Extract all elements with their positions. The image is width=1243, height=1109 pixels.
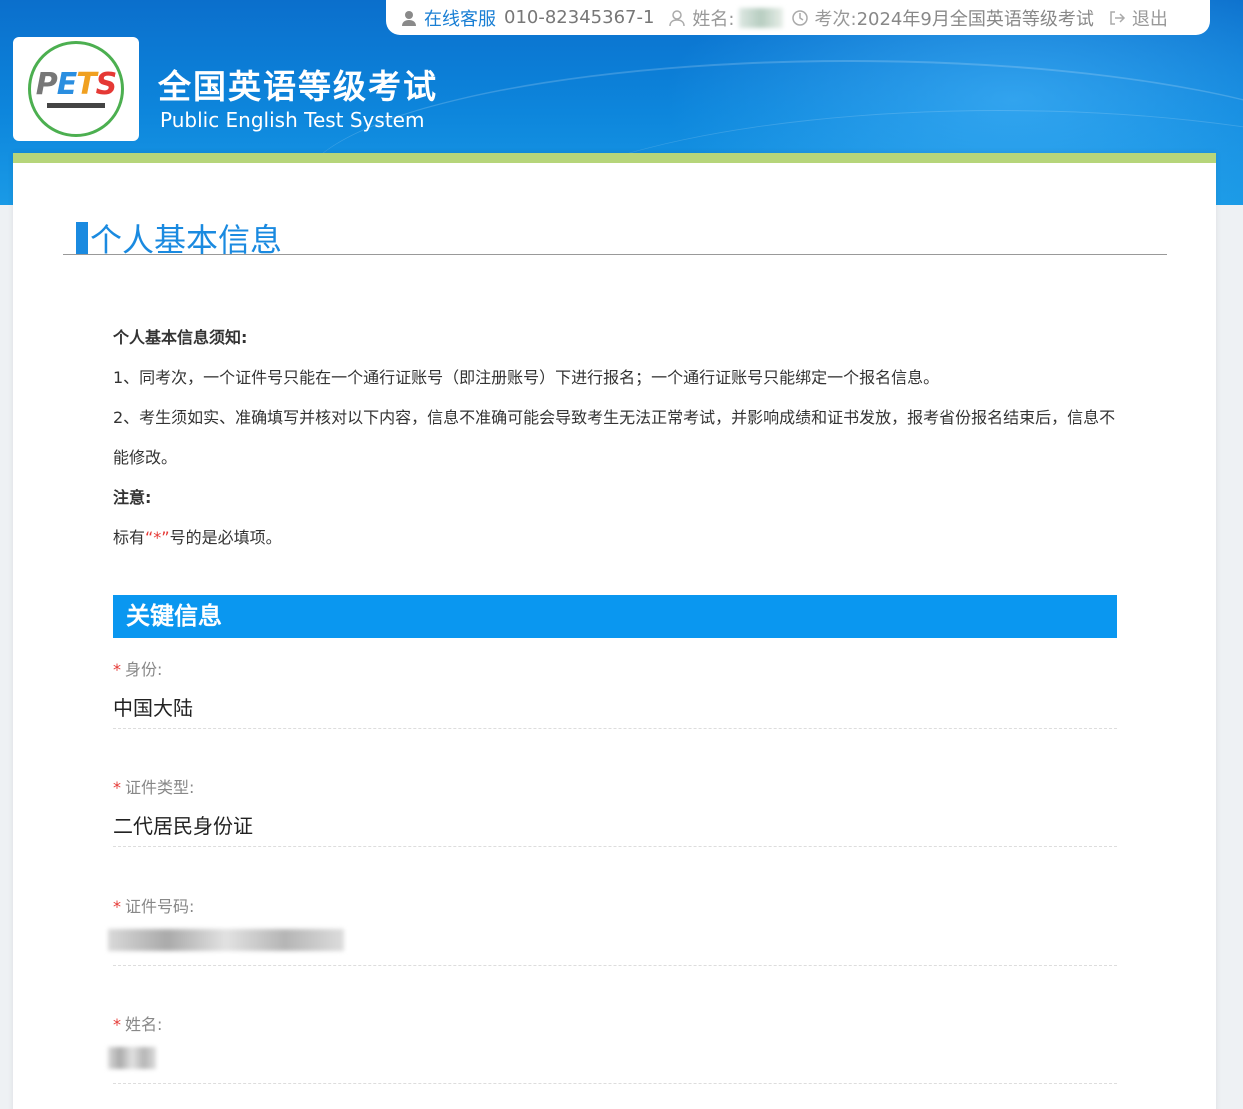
notice-item-2: 2、考生须如实、准确填写并核对以下内容，信息不准确可能会导致考生无法正常考试，并… (113, 408, 1116, 467)
main-panel: 个人基本信息 个人基本信息须知: 1、同考次，一个证件号只能在一个通行证账号（即… (13, 153, 1216, 1109)
field-name: * 姓名: (108, 1011, 1117, 1084)
section-key-info: 关键信息 (113, 595, 1117, 638)
notice-block: 个人基本信息须知: 1、同考次，一个证件号只能在一个通行证账号（即注册账号）下进… (113, 318, 1123, 558)
user-topbar: 在线客服 010-82345367-1 姓名: 考次: 2024年9月全国英语等… (386, 0, 1210, 35)
service-phone: 010-82345367-1 (504, 7, 655, 28)
field-identity: * 身份: 中国大陆 (113, 656, 1117, 729)
field-id-number: * 证件号码: (108, 893, 1117, 966)
note-text: 标有“*”号的是必填项。 (113, 528, 282, 547)
note-heading: 注意: (113, 488, 152, 507)
name-label: 姓名: (692, 8, 735, 30)
site-subtitle: Public English Test System (160, 108, 425, 132)
name-value-redacted (738, 7, 783, 28)
pets-logo[interactable]: PETS (13, 37, 139, 141)
field-value-id-type: 二代居民身份证 (113, 814, 253, 838)
online-service-link[interactable]: 在线客服 (424, 5, 496, 31)
logo-emblem: PETS (28, 41, 124, 137)
site-title: 全国英语等级考试 (158, 67, 438, 106)
notice-item-1: 1、同考次，一个证件号只能在一个通行证账号（即注册账号）下进行报名；一个通行证账… (113, 368, 940, 387)
notice-heading: 个人基本信息须知: (113, 328, 248, 347)
logout-icon[interactable] (1108, 9, 1126, 27)
field-value-identity: 中国大陆 (113, 696, 193, 720)
user-icon (668, 9, 686, 27)
field-value-name (108, 1047, 1117, 1077)
session-icon (791, 9, 809, 27)
customer-service-icon (400, 9, 418, 27)
field-label: 身份: (125, 660, 163, 679)
note-star: “*” (145, 528, 170, 547)
logo-wordmark: PETS (35, 67, 118, 102)
field-label: 姓名: (125, 1015, 163, 1034)
title-divider (63, 254, 1167, 255)
field-value-id-number (108, 929, 1117, 959)
session-label: 考次: (814, 8, 857, 30)
title-accent-bar (76, 222, 88, 254)
field-label: 证件号码: (125, 897, 195, 916)
session-value: 2024年9月全国英语等级考试 (856, 8, 1094, 30)
field-id-type: * 证件类型: 二代居民身份证 (113, 774, 1117, 847)
logout-button[interactable]: 退出 (1132, 5, 1168, 31)
field-label: 证件类型: (125, 778, 195, 797)
